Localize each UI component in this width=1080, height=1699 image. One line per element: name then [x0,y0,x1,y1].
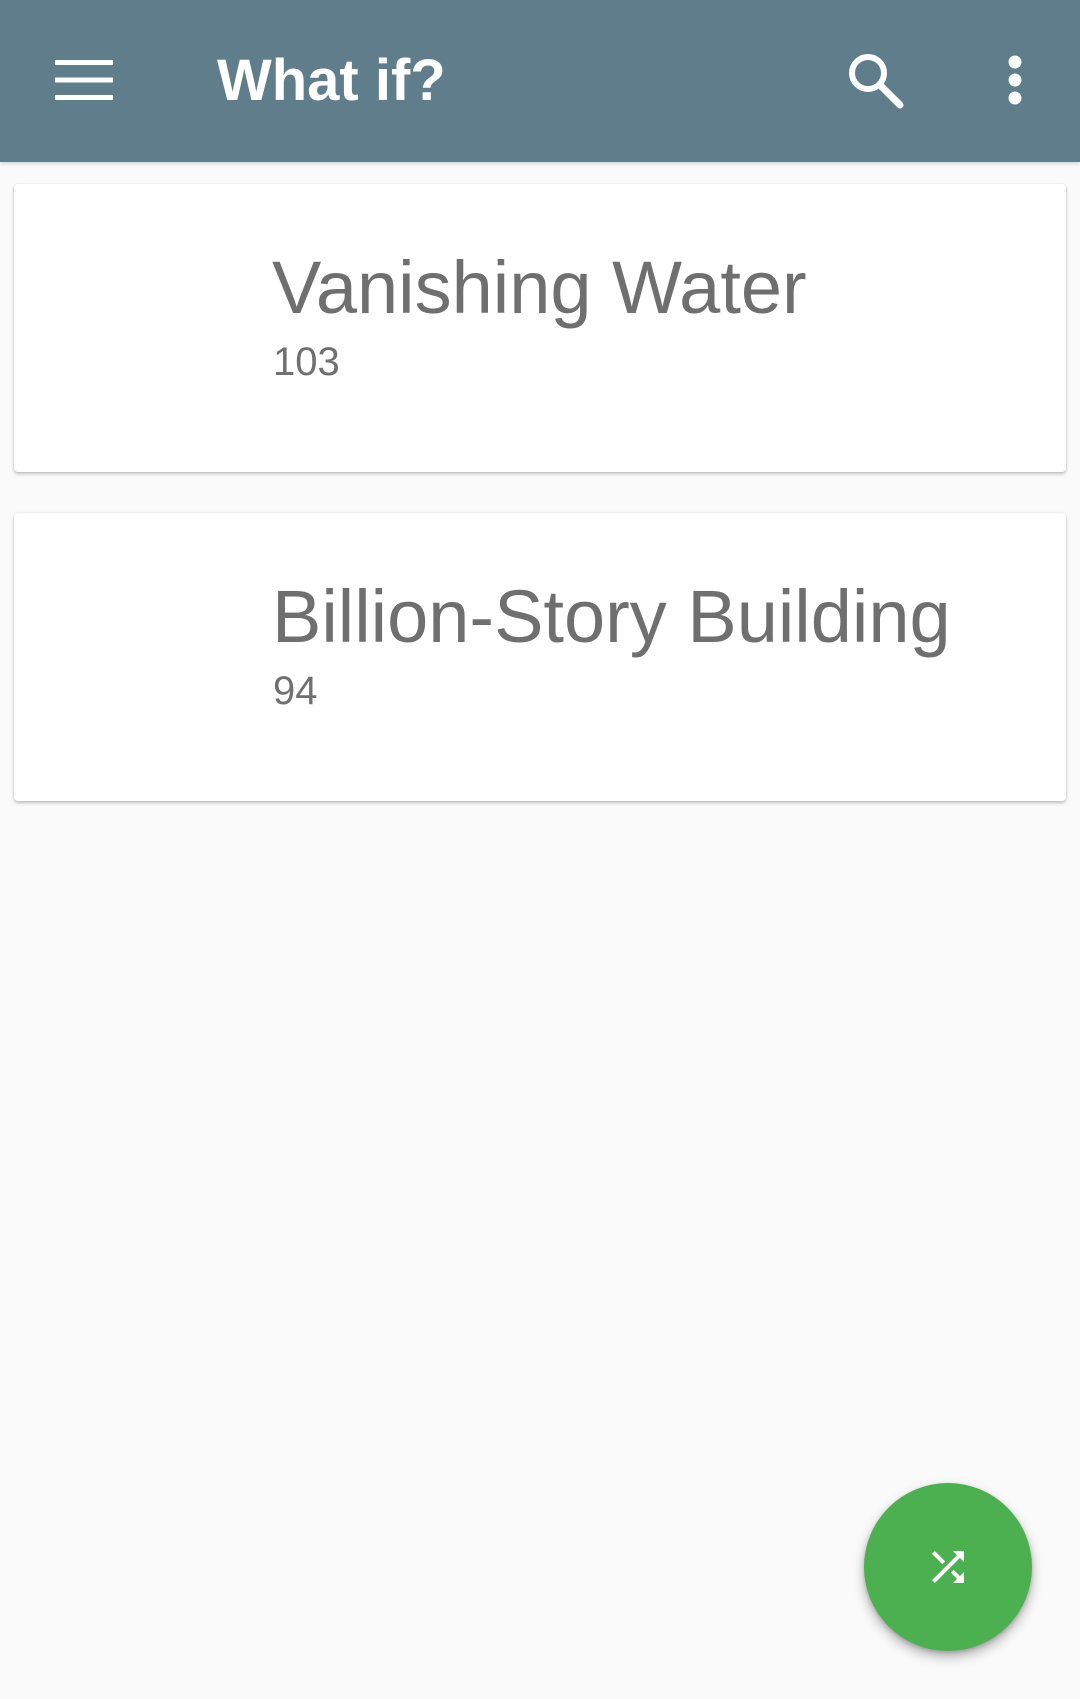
article-number: 94 [273,669,318,713]
more-options-button[interactable] [975,40,1055,120]
article-card[interactable]: Billion-Story Building 94 [14,513,1066,801]
search-button[interactable] [835,40,915,120]
shuffle-icon [932,1551,964,1583]
app-title: What if? [217,48,446,113]
article-card[interactable]: Vanishing Water 103 [14,184,1066,472]
menu-icon [55,60,113,100]
article-title: Billion-Story Building [272,575,951,658]
random-article-button[interactable] [864,1483,1032,1651]
search-icon [849,54,904,109]
more-vert-icon [1008,55,1022,105]
article-title: Vanishing Water [272,246,807,329]
menu-button[interactable] [40,40,128,120]
app-bar: What if? [0,0,1080,162]
article-number: 103 [273,340,340,384]
